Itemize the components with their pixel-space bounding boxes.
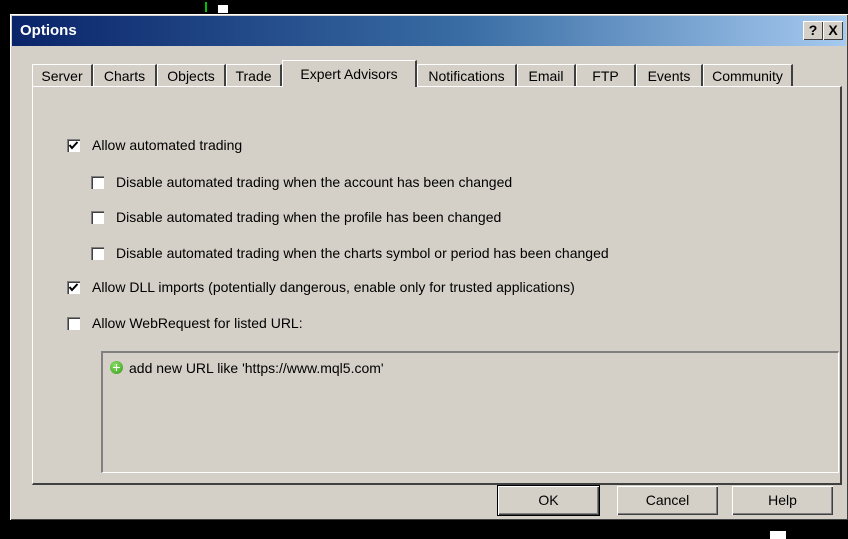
disable-on-profile-change-label: Disable automated trading when the profi… [116, 209, 502, 225]
tab-email[interactable]: Email [517, 64, 576, 86]
help-button[interactable]: Help [732, 486, 833, 515]
title-bar[interactable]: Options ? X [12, 16, 846, 46]
help-titlebar-button[interactable]: ? [803, 21, 823, 40]
window-title: Options [20, 22, 77, 39]
allow-webrequest-checkbox[interactable] [67, 317, 80, 330]
tab-server[interactable]: Server [32, 64, 93, 86]
close-button[interactable]: X [823, 21, 843, 40]
allow-automated-trading-checkbox[interactable] [67, 139, 80, 152]
checkmark-icon [68, 283, 79, 292]
disable-on-symbol-change-label: Disable automated trading when the chart… [116, 245, 609, 261]
chart-background [770, 531, 786, 539]
disable-on-account-change-label: Disable automated trading when the accou… [116, 174, 513, 190]
tab-events[interactable]: Events [636, 64, 703, 86]
expert-advisors-panel: Allow automated trading Disable automate… [32, 86, 842, 485]
tab-trade[interactable]: Trade [226, 64, 282, 86]
chart-background [205, 2, 207, 12]
tab-expert-advisors[interactable]: Expert Advisors [282, 60, 417, 87]
options-dialog: Options ? X Server Charts Objects Trade … [10, 14, 848, 520]
allow-automated-trading-label: Allow automated trading [92, 137, 243, 153]
allow-dll-imports-label: Allow DLL imports (potentially dangerous… [92, 279, 575, 295]
disable-on-account-change-checkbox[interactable] [91, 176, 104, 189]
tab-charts[interactable]: Charts [93, 64, 157, 86]
ok-button[interactable]: OK [497, 485, 600, 516]
disable-on-symbol-change-checkbox[interactable] [91, 247, 104, 260]
allow-dll-imports-checkbox[interactable] [67, 281, 80, 294]
url-list[interactable]: add new URL like 'https://www.mql5.com' [101, 351, 839, 473]
cancel-button[interactable]: Cancel [617, 486, 718, 515]
allow-webrequest-label: Allow WebRequest for listed URL: [92, 315, 303, 331]
tab-community[interactable]: Community [703, 64, 793, 86]
tab-objects[interactable]: Objects [157, 64, 226, 86]
add-url-text: add new URL like 'https://www.mql5.com' [129, 360, 384, 376]
checkmark-icon [68, 141, 79, 150]
tab-notifications[interactable]: Notifications [417, 64, 517, 86]
plus-circle-icon [110, 361, 123, 374]
disable-on-profile-change-checkbox[interactable] [91, 211, 104, 224]
chart-background [218, 5, 228, 13]
tab-ftp[interactable]: FTP [576, 64, 636, 86]
